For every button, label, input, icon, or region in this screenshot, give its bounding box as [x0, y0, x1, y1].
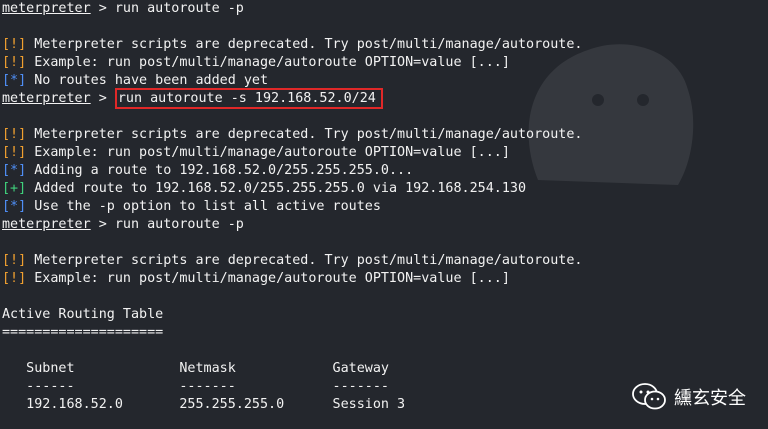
- warn-tag: [!]: [2, 145, 27, 160]
- status-message: [*] No routes have been added yet: [2, 72, 768, 90]
- message-text: Meterpreter scripts are deprecated. Try …: [26, 127, 583, 142]
- prompt-label: meterpreter: [2, 1, 91, 16]
- terminal-output[interactable]: meterpreter > run autoroute -p [!] Meter…: [2, 0, 768, 429]
- message-text: No routes have been added yet: [26, 73, 269, 88]
- message-text: Meterpreter scripts are deprecated. Try …: [26, 37, 583, 52]
- status-message: [*] Adding a route to 192.168.52.0/255.2…: [2, 162, 768, 180]
- command-line: meterpreter > run autoroute -s 192.168.5…: [2, 88, 768, 109]
- status-message: [!] Meterpreter scripts are deprecated. …: [2, 36, 768, 54]
- status-message: [*] Use the -p option to list all active…: [2, 198, 768, 216]
- warn-tag: [!]: [2, 37, 27, 52]
- command-text: run autoroute -p: [114, 217, 244, 232]
- output-text-content: ------ ------- -------: [2, 379, 389, 394]
- prompt-separator: >: [90, 91, 115, 106]
- command-line: meterpreter > run autoroute -p: [2, 216, 768, 234]
- warn-tag: [!]: [2, 271, 27, 286]
- info-tag: [*]: [2, 73, 27, 88]
- message-text: Added route to 192.168.52.0/255.255.255.…: [26, 181, 527, 196]
- info-tag: [*]: [2, 163, 27, 178]
- output-text-content: Subnet Netmask Gateway: [2, 361, 389, 376]
- info-tag: [*]: [2, 199, 27, 214]
- status-message: [!] Meterpreter scripts are deprecated. …: [2, 126, 768, 144]
- prompt-label: meterpreter: [2, 217, 91, 232]
- output-text: Active Routing Table: [2, 306, 768, 324]
- command-line: meterpreter > run autoroute -p: [2, 0, 768, 18]
- prompt-separator: >: [90, 217, 115, 232]
- warn-tag: [!]: [2, 55, 27, 70]
- message-text: Adding a route to 192.168.52.0/255.255.2…: [26, 163, 414, 178]
- status-message: [!] Example: run post/multi/manage/autor…: [2, 270, 768, 288]
- message-text: Use the -p option to list all active rou…: [26, 199, 381, 214]
- status-message: [!] Meterpreter scripts are deprecated. …: [2, 252, 768, 270]
- status-message: [!] Example: run post/multi/manage/autor…: [2, 144, 768, 162]
- warn-tag: [!]: [2, 127, 27, 142]
- prompt-label: meterpreter: [2, 91, 91, 106]
- message-text: Meterpreter scripts are deprecated. Try …: [26, 253, 583, 268]
- message-text: Example: run post/multi/manage/autoroute…: [26, 145, 510, 160]
- message-text: Example: run post/multi/manage/autoroute…: [26, 55, 510, 70]
- ok-tag: [+]: [2, 181, 27, 196]
- wechat-icon: [632, 383, 666, 410]
- message-text: Example: run post/multi/manage/autoroute…: [26, 271, 510, 286]
- output-text: ====================: [2, 324, 768, 342]
- status-message: [!] Example: run post/multi/manage/autor…: [2, 54, 768, 72]
- warn-tag: [!]: [2, 253, 27, 268]
- prompt-separator: >: [90, 1, 115, 16]
- output-text-content: Active Routing Table: [2, 307, 164, 322]
- output-text-content: ====================: [2, 325, 164, 340]
- status-message: [+] Added route to 192.168.52.0/255.255.…: [2, 180, 768, 198]
- watermark: 纁玄安全: [632, 383, 746, 411]
- highlighted-command: run autoroute -s 192.168.52.0/24: [114, 88, 383, 109]
- command-text: run autoroute -p: [114, 1, 244, 16]
- watermark-text: 纁玄安全: [674, 388, 746, 409]
- output-text: Subnet Netmask Gateway: [2, 360, 768, 378]
- output-text-content: 192.168.52.0 255.255.255.0 Session 3: [2, 397, 406, 412]
